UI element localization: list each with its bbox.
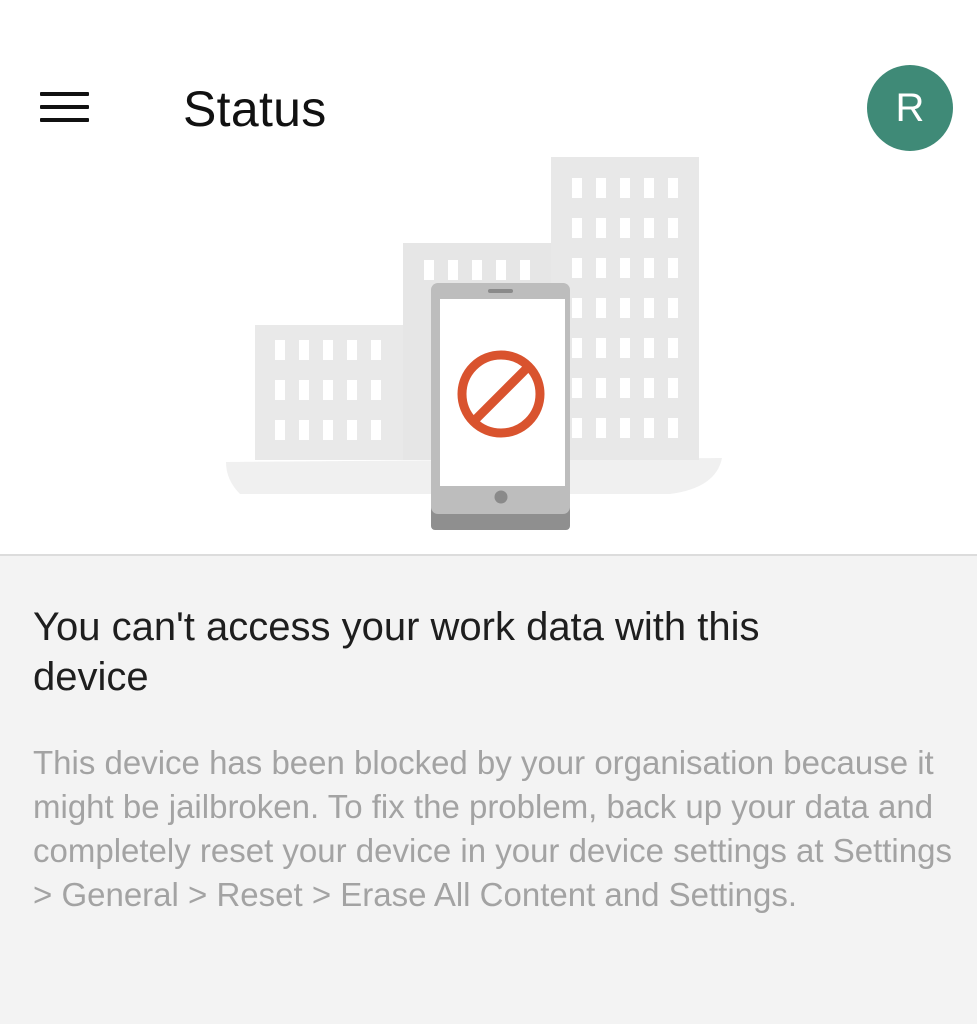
message-panel: You can't access your work data with thi… (0, 556, 977, 1024)
phone-icon (431, 283, 570, 530)
blocked-heading: You can't access your work data with thi… (33, 605, 760, 699)
blocked-device-illustration (226, 157, 722, 530)
page-title: Status (183, 81, 327, 137)
avatar[interactable]: R (867, 65, 953, 151)
blocked-description: This device has been blocked by your org… (33, 744, 952, 913)
top-section: Status R (0, 0, 977, 556)
menu-button[interactable] (26, 78, 102, 136)
status-screen: Status R You can't access your work data… (0, 0, 977, 1024)
